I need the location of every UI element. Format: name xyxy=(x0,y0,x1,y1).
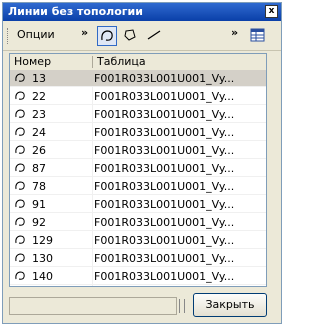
lines-table[interactable]: Номер Таблица 13 F001R033L001U001_Vy... 22… xyxy=(9,53,267,287)
row-table-name: F001R033L001U001_Vy... xyxy=(94,162,235,175)
curve-line-icon xyxy=(15,181,25,190)
row-number: 129 xyxy=(32,234,53,247)
column-header-table[interactable]: Таблица xyxy=(93,54,263,70)
table-row[interactable]: 78 F001R033L001U001_Vy... xyxy=(10,178,266,195)
row-number: 22 xyxy=(32,90,46,103)
row-table-name: F001R033L001U001_Vy... xyxy=(94,108,235,121)
curve-line-icon xyxy=(15,109,25,118)
table-row[interactable]: 129 F001R033L001U001_Vy... xyxy=(10,232,266,249)
row-table-name: F001R033L001U001_Vy... xyxy=(94,252,235,265)
straight-line-tool-button[interactable] xyxy=(145,26,165,46)
toolbar: Опции » » xyxy=(3,22,281,51)
table-row[interactable]: 13 F001R033L001U001_Vy... xyxy=(10,70,266,87)
table-row[interactable]: 91 F001R033L001U001_Vy... xyxy=(10,196,266,213)
row-number: 26 xyxy=(32,144,46,157)
table-row[interactable]: 26 F001R033L001U001_Vy... xyxy=(10,142,266,159)
status-separator xyxy=(179,299,185,313)
polygon-icon xyxy=(124,29,136,41)
row-number: 140 xyxy=(32,270,53,283)
row-number: 91 xyxy=(32,198,46,211)
row-number: 13 xyxy=(32,72,46,85)
status-progress-bar xyxy=(9,297,177,315)
table-row[interactable]: 23 F001R033L001U001_Vy... xyxy=(10,106,266,123)
curve-line-icon xyxy=(15,145,25,154)
window-title: Линии без топологии xyxy=(8,5,143,18)
table-row[interactable]: 22 F001R033L001U001_Vy... xyxy=(10,88,266,105)
row-number: 130 xyxy=(32,252,53,265)
curve-line-icon xyxy=(15,73,25,82)
row-number: 87 xyxy=(32,162,46,175)
row-number: 23 xyxy=(32,108,46,121)
row-table-name: F001R033L001U001_Vy... xyxy=(94,198,235,211)
options-menu-button[interactable]: Опции xyxy=(17,28,55,41)
table-header: Номер Таблица xyxy=(10,54,266,71)
table-row[interactable]: 140 F001R033L001U001_Vy... xyxy=(10,268,266,285)
row-table-name: F001R033L001U001_Vy... xyxy=(94,180,235,193)
row-number: 92 xyxy=(32,216,46,229)
toolbar-grip[interactable] xyxy=(7,28,11,44)
curve-line-icon xyxy=(101,30,113,41)
curve-line-icon xyxy=(15,163,25,172)
title-bar[interactable]: Линии без топологии x xyxy=(3,3,281,21)
curve-line-tool-button[interactable] xyxy=(97,26,117,46)
row-table-name: F001R033L001U001_Vy... xyxy=(94,144,235,157)
curve-line-icon xyxy=(15,199,25,208)
curve-line-icon xyxy=(15,91,25,100)
row-table-name: F001R033L001U001_Vy... xyxy=(94,126,235,139)
curve-line-icon xyxy=(15,127,25,136)
curve-line-icon xyxy=(15,217,25,226)
lines-without-topology-window: Линии без топологии x Опции » » Номер Та… xyxy=(2,2,282,324)
row-number: 78 xyxy=(32,180,46,193)
chevron-more-icon-2[interactable]: » xyxy=(231,26,238,39)
curve-line-icon xyxy=(15,271,25,280)
table-row[interactable]: 130 F001R033L001U001_Vy... xyxy=(10,250,266,267)
row-table-name: F001R033L001U001_Vy... xyxy=(94,72,235,85)
row-table-name: F001R033L001U001_Vy... xyxy=(94,216,235,229)
row-table-name: F001R033L001U001_Vy... xyxy=(94,90,235,103)
table-row[interactable]: 92 F001R033L001U001_Vy... xyxy=(10,214,266,231)
row-number: 24 xyxy=(32,126,46,139)
polygon-tool-button[interactable] xyxy=(121,26,141,46)
table-row[interactable]: 87 F001R033L001U001_Vy... xyxy=(10,160,266,177)
chevron-more-icon[interactable]: » xyxy=(81,26,88,39)
row-table-name: F001R033L001U001_Vy... xyxy=(94,234,235,247)
close-icon[interactable]: x xyxy=(265,5,278,18)
curve-line-icon xyxy=(15,253,25,262)
column-header-number[interactable]: Номер xyxy=(10,54,92,70)
close-button[interactable]: Закрыть xyxy=(193,293,267,317)
line-icon xyxy=(147,30,161,40)
curve-line-icon xyxy=(15,235,25,244)
row-table-name: F001R033L001U001_Vy... xyxy=(94,270,235,283)
table-row[interactable]: 24 F001R033L001U001_Vy... xyxy=(10,124,266,141)
table-view-icon[interactable] xyxy=(249,27,267,45)
